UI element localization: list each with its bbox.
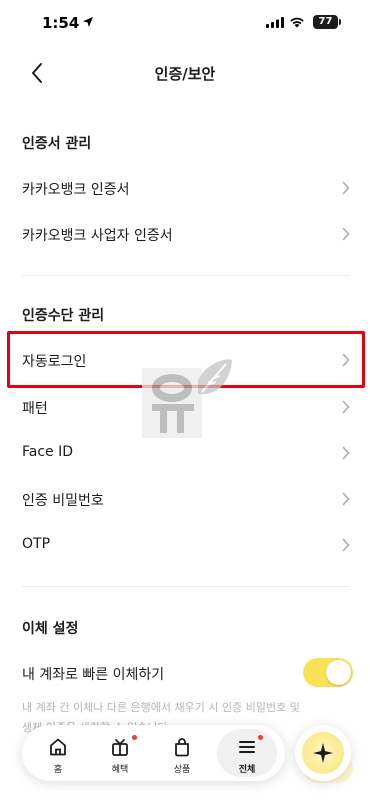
location-arrow-icon <box>83 17 93 27</box>
tab-label: 상품 <box>173 765 191 775</box>
tab-products[interactable]: 상품 <box>152 729 212 777</box>
chevron-right-icon <box>342 181 350 195</box>
toggle-knob <box>326 660 351 685</box>
status-time: 1:54 <box>42 14 80 32</box>
chevron-right-icon <box>342 400 350 414</box>
chevron-right-icon <box>342 538 350 552</box>
wifi-icon <box>290 17 304 28</box>
tab-label: 전체 <box>238 765 256 775</box>
nav-header: 인증/보안 <box>0 48 370 98</box>
gift-icon <box>112 739 128 756</box>
chevron-right-icon <box>342 446 350 460</box>
tab-benefits[interactable]: 혜택 <box>90 729 150 777</box>
menu-icon <box>239 741 255 753</box>
row-label: Face ID <box>22 444 74 460</box>
tab-home[interactable]: 홈 <box>28 729 88 777</box>
page-title: 인증/보안 <box>154 65 216 83</box>
cellular-signal-icon <box>266 17 284 28</box>
assistant-button[interactable] <box>295 725 351 781</box>
quick-transfer-toggle[interactable] <box>303 658 353 687</box>
section-divider <box>22 275 350 276</box>
row-label: OTP <box>22 536 51 552</box>
row-kakaobank-business-cert[interactable]: 카카오뱅크 사업자 인증서 <box>0 211 370 257</box>
badge-dot <box>132 735 137 740</box>
chevron-right-icon <box>342 227 350 241</box>
tab-all[interactable]: 전체 <box>217 729 277 777</box>
sparkle-icon <box>313 743 333 763</box>
section-title-transfer: 이체 설정 <box>22 621 79 637</box>
row-label: 내 계좌로 빠른 이체하기 <box>22 667 165 683</box>
row-otp[interactable]: OTP <box>0 522 370 568</box>
row-label: 인증 비밀번호 <box>22 493 104 509</box>
section-title-cert: 인증서 관리 <box>22 136 92 152</box>
chevron-right-icon <box>342 492 350 506</box>
section-title-auth-method: 인증수단 관리 <box>22 308 105 324</box>
tab-label: 혜택 <box>111 765 129 775</box>
section-divider <box>22 586 350 587</box>
badge-dot <box>258 735 263 740</box>
watermark-logo <box>142 359 232 438</box>
bottom-tab-bar: 홈 혜택 상품 전체 <box>22 725 285 781</box>
battery-indicator: 77 <box>313 15 338 29</box>
row-label: 패턴 <box>22 401 48 417</box>
home-icon <box>50 738 66 756</box>
row-auth-password[interactable]: 인증 비밀번호 <box>0 476 370 522</box>
bag-icon <box>175 738 189 757</box>
row-kakaobank-cert[interactable]: 카카오뱅크 인증서 <box>0 165 370 211</box>
status-bar: 1:54 77 <box>0 0 370 48</box>
battery-tip <box>339 19 341 25</box>
row-label: 카카오뱅크 인증서 <box>22 182 130 198</box>
tab-label: 홈 <box>53 765 63 775</box>
row-label: 카카오뱅크 사업자 인증서 <box>22 228 173 244</box>
